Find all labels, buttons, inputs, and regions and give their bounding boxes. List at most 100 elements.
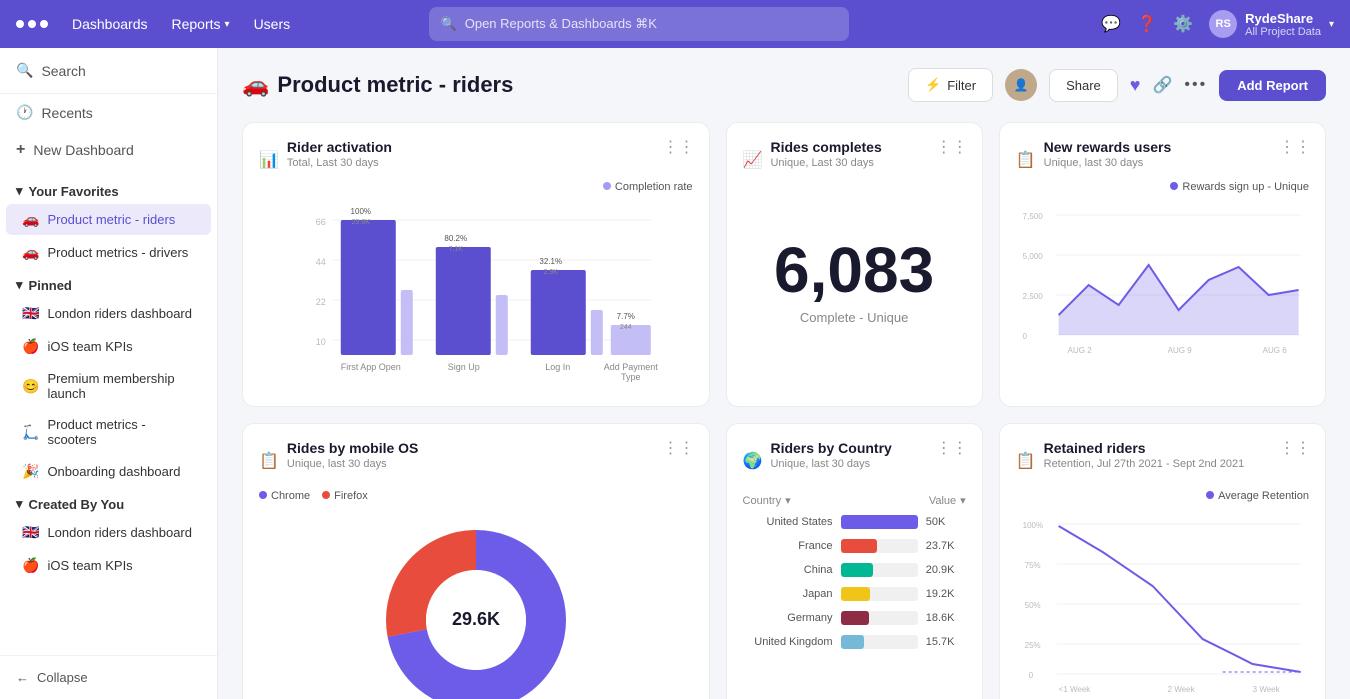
sidebar-item-premium-membership[interactable]: 😊 Premium membership launch: [6, 364, 211, 408]
settings-icon[interactable]: ⚙️: [1173, 14, 1193, 34]
rider-activation-card: 📊 Rider activation Total, Last 30 days ⋮…: [242, 122, 710, 407]
nav-reports[interactable]: Reports ▾: [172, 16, 230, 32]
svg-text:5,000: 5,000: [1022, 252, 1043, 261]
chart-legend: Completion rate: [603, 181, 693, 193]
svg-text:2 Week: 2 Week: [1167, 685, 1195, 694]
svg-text:100%: 100%: [1022, 521, 1042, 530]
sidebar-item-london-created[interactable]: 🇬🇧 London riders dashboard: [6, 517, 211, 548]
avatar: RS: [1209, 10, 1237, 38]
sidebar-search[interactable]: 🔍 Search: [0, 48, 217, 94]
country-col-header[interactable]: Country ▾: [743, 494, 791, 507]
sidebar-item-product-metrics-drivers[interactable]: 🚗 Product metrics - drivers: [6, 237, 211, 268]
nav-dashboards[interactable]: Dashboards: [72, 16, 148, 32]
area-chart-icon: 📋: [1016, 150, 1036, 170]
card-menu-icon-2[interactable]: ⋮⋮: [936, 137, 968, 157]
recents-icon: 🕐: [16, 104, 33, 121]
page-actions: ⚡ Filter 👤 Share ♥ 🔗 ••• Add Report: [908, 68, 1326, 102]
svg-text:0: 0: [1028, 671, 1033, 680]
link-icon[interactable]: 🔗: [1152, 75, 1172, 95]
filter-button[interactable]: ⚡ Filter: [908, 68, 993, 102]
svg-text:7.1K: 7.1K: [449, 246, 464, 253]
card-menu-icon[interactable]: ⋮⋮: [663, 137, 695, 157]
table-row: United States 50K: [743, 515, 966, 529]
page-header: 🚗 Product metric - riders ⚡ Filter 👤 Sha…: [242, 68, 1326, 102]
svg-text:7.7%: 7.7%: [617, 312, 635, 321]
sidebar-item-onboarding[interactable]: 🎉 Onboarding dashboard: [6, 456, 211, 487]
sidebar-recents[interactable]: 🕐 Recents: [0, 94, 217, 131]
donut-chart: 29.6K: [259, 510, 693, 699]
sidebar-collapse-button[interactable]: ← Collapse: [0, 655, 217, 699]
card-menu-icon-3[interactable]: ⋮⋮: [1279, 137, 1311, 157]
help-icon[interactable]: ❓: [1137, 14, 1157, 34]
plus-icon: +: [16, 141, 25, 159]
svg-text:32.1%: 32.1%: [539, 257, 562, 266]
chevron-down-icon: ▾: [16, 183, 23, 199]
value-sort-icon: ▾: [960, 494, 966, 507]
more-options-icon[interactable]: •••: [1184, 76, 1207, 94]
svg-text:25%: 25%: [1024, 641, 1040, 650]
notifications-icon[interactable]: 💬: [1101, 14, 1121, 34]
user-menu[interactable]: RS RydeShare All Project Data ▾: [1209, 10, 1334, 38]
svg-text:<1 Week: <1 Week: [1058, 685, 1091, 694]
rides-mobile-os-card: 📋 Rides by mobile OS Unique, last 30 day…: [242, 423, 710, 699]
favorite-icon[interactable]: ♥: [1130, 75, 1141, 96]
svg-text:50%: 50%: [1024, 601, 1040, 610]
app-layout: 🔍 Search 🕐 Recents + New Dashboard ▾ You…: [0, 0, 1350, 699]
retention-chart-icon: 📋: [1016, 451, 1036, 471]
value-col-header[interactable]: Value ▾: [929, 494, 966, 507]
created-by-you-header[interactable]: ▾ Created By You: [0, 488, 217, 516]
svg-text:Log In: Log In: [545, 362, 570, 372]
user-chevron-icon: ▾: [1329, 19, 1334, 30]
svg-text:AUG 9: AUG 9: [1167, 346, 1192, 355]
logo[interactable]: [16, 20, 48, 28]
retained-riders-chart: 100% 75% 50% 25% 0 <1 Week 2 W: [1016, 514, 1309, 699]
svg-text:Sign Up: Sign Up: [448, 362, 480, 372]
global-search[interactable]: 🔍 Open Reports & Dashboards ⌘K: [429, 7, 849, 41]
user-avatar: 👤: [1005, 69, 1037, 101]
svg-text:244: 244: [620, 324, 632, 331]
donut-chart-icon: 📋: [259, 451, 279, 471]
svg-text:Add Payment: Add Payment: [604, 362, 659, 372]
svg-text:Type: Type: [621, 372, 641, 382]
rides-completes-card: 📈 Rides completes Unique, Last 30 days ⋮…: [726, 122, 983, 407]
sidebar-item-product-metric-riders[interactable]: 🚗 Product metric - riders: [6, 204, 211, 235]
page-title-emoji: 🚗: [242, 72, 269, 98]
sidebar-item-ios-created[interactable]: 🍎 iOS team KPIs: [6, 550, 211, 581]
page-title: 🚗 Product metric - riders: [242, 72, 513, 98]
topnav: Dashboards Reports ▾ Users 🔍 Open Report…: [0, 0, 1350, 48]
svg-text:100%: 100%: [351, 207, 371, 216]
retained-riders-card: 📋 Retained riders Retention, Jul 27th 20…: [999, 423, 1326, 699]
sidebar-new-dashboard[interactable]: + New Dashboard: [0, 131, 217, 169]
bar-chart-icon: 📊: [259, 150, 279, 170]
big-number-wrapper: 6,083 Complete - Unique: [743, 181, 966, 361]
card-menu-icon-5[interactable]: ⋮⋮: [936, 438, 968, 458]
donut-legend: Chrome Firefox: [259, 490, 693, 502]
share-button[interactable]: Share: [1049, 69, 1118, 102]
card-menu-icon-4[interactable]: ⋮⋮: [663, 438, 695, 458]
country-rows: United States 50K France 23.7K: [743, 515, 966, 649]
add-report-button[interactable]: Add Report: [1219, 70, 1326, 101]
reports-chevron-icon: ▾: [225, 19, 230, 30]
chevron-down-icon-3: ▾: [16, 496, 23, 512]
search-icon: 🔍: [441, 16, 457, 32]
table-row: France 23.7K: [743, 539, 966, 553]
svg-text:AUG 6: AUG 6: [1262, 346, 1287, 355]
svg-text:29.8K: 29.8K: [352, 219, 371, 226]
sidebar-item-scooters[interactable]: 🛴 Product metrics - scooters: [6, 410, 211, 454]
nav-users[interactable]: Users: [254, 16, 291, 32]
pinned-section-header[interactable]: ▾ Pinned: [0, 269, 217, 297]
card-menu-icon-6[interactable]: ⋮⋮: [1279, 438, 1311, 458]
collapse-icon: ←: [16, 670, 29, 685]
table-row: Japan 19.2K: [743, 587, 966, 601]
svg-text:66: 66: [316, 217, 326, 227]
filter-icon: ⚡: [925, 77, 941, 93]
table-row: United Kingdom 15.7K: [743, 635, 966, 649]
sidebar-item-ios-kpis[interactable]: 🍎 iOS team KPIs: [6, 331, 211, 362]
main-content: 🚗 Product metric - riders ⚡ Filter 👤 Sha…: [218, 48, 1350, 699]
svg-text:2,500: 2,500: [1022, 292, 1043, 301]
svg-text:2.9K: 2.9K: [544, 269, 559, 276]
svg-text:10: 10: [316, 337, 326, 347]
sidebar-item-london-riders[interactable]: 🇬🇧 London riders dashboard: [6, 298, 211, 329]
favorites-section-header[interactable]: ▾ Your Favorites: [0, 175, 217, 203]
svg-text:44: 44: [316, 257, 326, 267]
